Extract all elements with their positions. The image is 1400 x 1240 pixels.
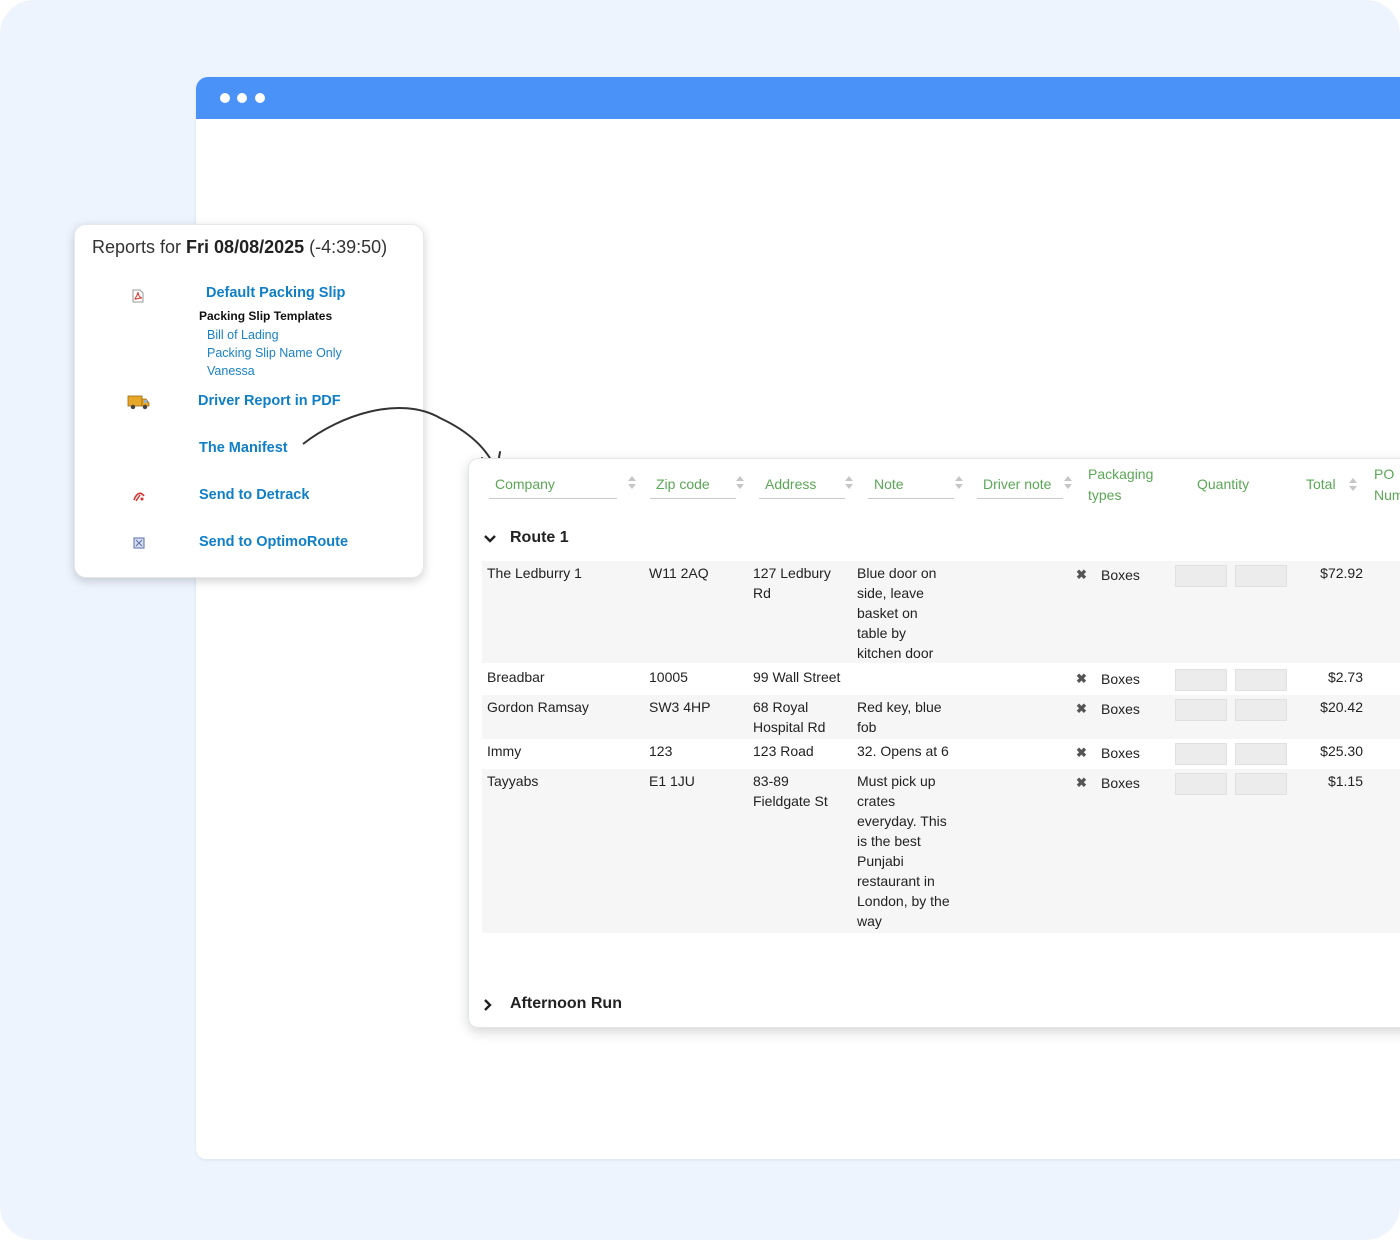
company-cell: Immy — [487, 743, 522, 759]
header-underline — [489, 498, 617, 499]
company-cell: Tayyabs — [487, 773, 539, 789]
reports-title: Reports for Fri 08/08/2025 (-4:39:50) — [92, 237, 388, 257]
address-cell: 99 Wall Street — [753, 669, 841, 685]
sort-arrows-icon[interactable] — [1064, 475, 1072, 491]
window-dot-icon — [255, 93, 265, 103]
sort-arrows-icon[interactable] — [845, 475, 853, 491]
packaging-cell: Boxes — [1101, 745, 1140, 761]
quantity-input[interactable] — [1235, 669, 1287, 691]
column-header-company[interactable]: Company — [495, 476, 555, 492]
column-header-note[interactable]: Note — [874, 476, 904, 492]
header-underline — [650, 498, 736, 499]
send-to-optimoroute-link[interactable]: Send to OptimoRoute — [199, 534, 348, 550]
send-to-detrack-link[interactable]: Send to Detrack — [199, 487, 309, 503]
company-cell: Breadbar — [487, 669, 545, 685]
quantity-input[interactable] — [1175, 699, 1227, 721]
zip-cell: 10005 — [649, 669, 688, 685]
total-cell: $20.42 — [1320, 699, 1363, 715]
template-packing-slip-name-only-link[interactable]: Packing Slip Name Only — [207, 346, 342, 360]
quantity-input[interactable] — [1175, 565, 1227, 587]
note-cell: Red key, blue fob — [857, 699, 942, 735]
column-header-total[interactable]: Total — [1306, 476, 1336, 492]
address-cell: 127 Ledbury Rd — [753, 565, 831, 601]
header-underline — [759, 498, 845, 499]
address-cell: 68 Royal Hospital Rd — [753, 699, 826, 735]
manifest-table-panel: Company Zip code Address Note Driver not… — [468, 458, 1400, 1028]
packaging-cell: Boxes — [1101, 701, 1140, 717]
zip-cell: SW3 4HP — [649, 699, 711, 715]
remove-packaging-icon[interactable]: ✖ — [1076, 775, 1087, 791]
browser-title-bar — [196, 77, 1400, 119]
remove-packaging-icon[interactable]: ✖ — [1076, 567, 1087, 583]
packaging-cell: Boxes — [1101, 567, 1140, 583]
table-row: Breadbar 10005 99 Wall Street ✖ Boxes $2… — [482, 665, 1400, 695]
quantity-input[interactable] — [1235, 743, 1287, 765]
company-cell: Gordon Ramsay — [487, 699, 589, 715]
packing-slip-templates-label: Packing Slip Templates — [199, 309, 333, 323]
column-header-zip-code[interactable]: Zip code — [656, 476, 710, 492]
table-row: Immy 123 123 Road 32. Opens at 6 ✖ Boxes… — [482, 739, 1400, 769]
column-header-driver-note[interactable]: Driver note — [983, 476, 1051, 492]
zip-cell: E1 1JU — [649, 773, 695, 789]
address-cell: 83-89 Fieldgate St — [753, 773, 828, 809]
driver-report-pdf-link[interactable]: Driver Report in PDF — [198, 393, 341, 409]
table-row: Tayyabs E1 1JU 83-89 Fieldgate St Must pi… — [482, 769, 1400, 933]
quantity-input[interactable] — [1175, 669, 1227, 691]
remove-packaging-icon[interactable]: ✖ — [1076, 745, 1087, 761]
total-cell: $72.92 — [1320, 565, 1363, 581]
total-cell: $2.73 — [1327, 669, 1363, 685]
column-header-address[interactable]: Address — [765, 476, 816, 492]
window-dot-icon — [237, 93, 247, 103]
detrack-icon — [131, 489, 147, 508]
remove-packaging-icon[interactable]: ✖ — [1076, 701, 1087, 717]
quantity-input[interactable] — [1235, 565, 1287, 587]
column-header-quantity[interactable]: Quantity — [1197, 476, 1249, 492]
route-group-title[interactable]: Afternoon Run — [510, 995, 622, 1013]
quantity-input[interactable] — [1235, 699, 1287, 721]
remove-packaging-icon[interactable]: ✖ — [1076, 671, 1087, 687]
sort-arrows-icon[interactable] — [736, 475, 744, 491]
address-cell: 123 Road — [753, 743, 814, 759]
pdf-icon — [131, 289, 145, 308]
route-group-title[interactable]: Route 1 — [510, 529, 569, 547]
template-bill-of-lading-link[interactable]: Bill of Lading — [207, 328, 279, 342]
quantity-input[interactable] — [1175, 773, 1227, 795]
note-cell: Must pick up crates everyday. This is the b… — [857, 773, 950, 929]
total-cell: $25.30 — [1320, 743, 1363, 759]
zip-cell: W11 2AQ — [649, 565, 709, 581]
company-cell: The Ledburry 1 — [487, 565, 582, 581]
column-header-packaging-types[interactable]: Packaging types — [1088, 466, 1153, 508]
chevron-down-icon[interactable] — [483, 532, 497, 546]
zip-cell: 123 — [649, 743, 673, 759]
reports-panel: Reports for Fri 08/08/2025 (-4:39:50) De… — [74, 224, 424, 578]
note-cell: Blue door on side, leave basket on table by… — [857, 565, 937, 661]
optimoroute-icon — [133, 536, 145, 554]
quantity-input[interactable] — [1175, 743, 1227, 765]
sort-arrows-icon[interactable] — [628, 475, 636, 491]
the-manifest-link[interactable]: The Manifest — [199, 440, 288, 456]
sort-arrows-icon[interactable] — [955, 475, 963, 491]
quantity-input[interactable] — [1235, 773, 1287, 795]
table-row: The Ledburry 1 W11 2AQ 127 Ledbury Rd Blu… — [482, 561, 1400, 663]
template-vanessa-link[interactable]: Vanessa — [207, 364, 255, 378]
header-underline — [977, 498, 1063, 499]
chevron-right-icon[interactable] — [481, 998, 495, 1012]
delivery-truck-icon — [127, 393, 151, 416]
default-packing-slip-link[interactable]: Default Packing Slip — [206, 285, 345, 301]
total-cell: $1.15 — [1327, 773, 1363, 789]
sort-arrows-icon[interactable] — [1349, 477, 1357, 493]
packaging-cell: Boxes — [1101, 775, 1140, 791]
table-row: Gordon Ramsay SW3 4HP 68 Royal Hospital R… — [482, 695, 1400, 739]
header-underline — [868, 498, 954, 499]
window-dot-icon — [220, 93, 230, 103]
packaging-cell: Boxes — [1101, 671, 1140, 687]
note-cell: 32. Opens at 6 — [857, 743, 949, 759]
column-header-po-number[interactable]: PONum — [1374, 466, 1400, 508]
